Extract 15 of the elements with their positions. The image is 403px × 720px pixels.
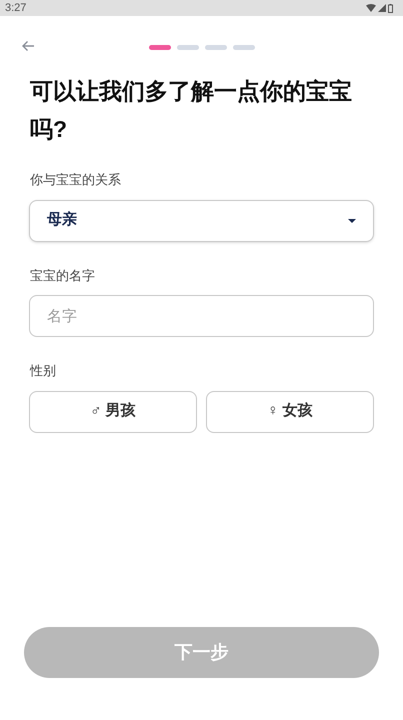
back-icon[interactable]: [21, 40, 35, 52]
name-field[interactable]: 名字: [29, 295, 374, 337]
field-label: 你与宝宝的关系: [30, 171, 122, 189]
gender-option[interactable]: ♂ 男孩: [29, 390, 197, 432]
gender-option[interactable]: ♀ 女孩: [206, 390, 374, 432]
signal-icon: [378, 4, 386, 12]
page-title: 可以让我们多了解一点你的宝宝吗?: [30, 77, 353, 144]
caret-icon: [348, 218, 356, 222]
status-time: 3:27: [5, 0, 26, 16]
dropdown-value: 母亲: [47, 210, 77, 230]
field-label: 性别: [30, 362, 57, 380]
wifi-icon: [366, 4, 376, 12]
battery-icon: [388, 4, 393, 12]
field-label: 宝宝的名字: [30, 266, 96, 284]
relation-dropdown[interactable]: 母亲: [29, 200, 374, 242]
